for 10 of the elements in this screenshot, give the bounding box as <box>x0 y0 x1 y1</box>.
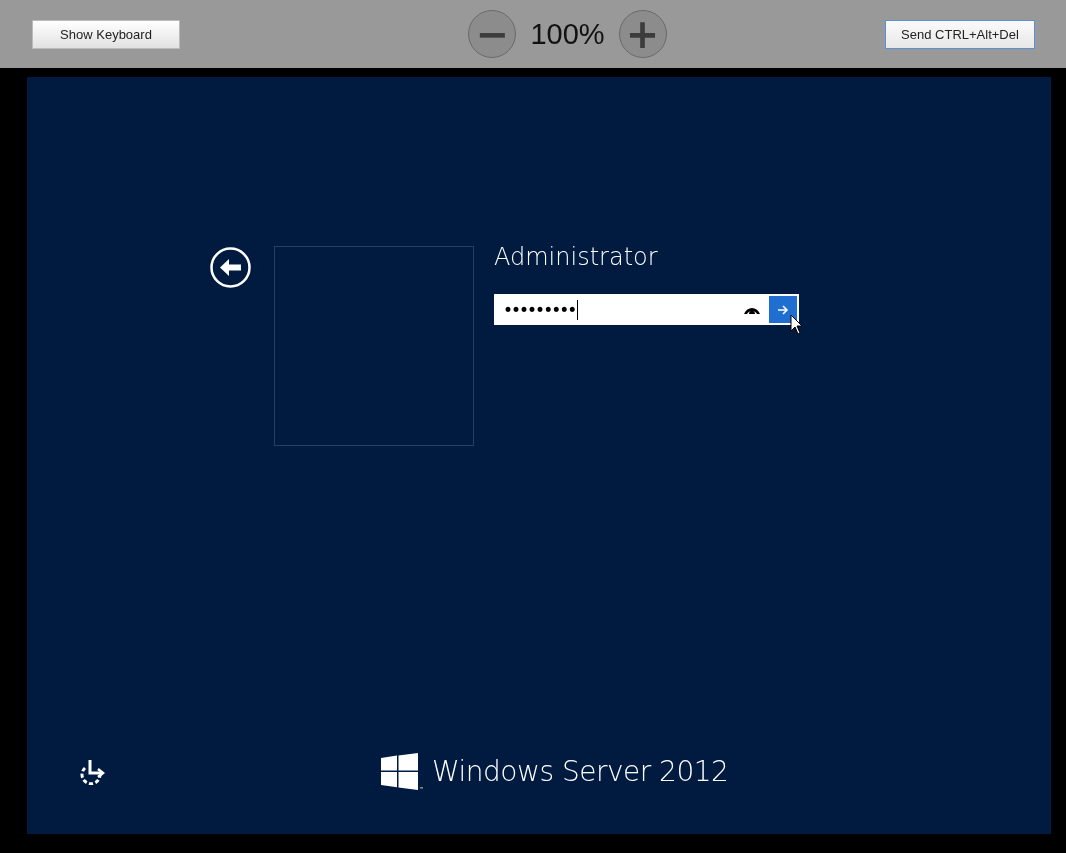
submit-arrow-button[interactable] <box>769 296 797 323</box>
windows-logo-icon <box>381 753 418 790</box>
show-keyboard-button[interactable]: Show Keyboard <box>32 19 180 49</box>
arrow-icon <box>777 303 789 316</box>
user-name: Administrator <box>494 242 659 272</box>
zoom-level: 100% <box>530 17 605 51</box>
ease-of-access-icon[interactable] <box>78 758 105 785</box>
send-ctrl-alt-del-button[interactable]: Send CTRL+Alt+Del <box>885 19 1035 49</box>
product-name: Windows Server 2012 <box>432 755 729 788</box>
mouse-pointer-icon <box>790 314 803 335</box>
